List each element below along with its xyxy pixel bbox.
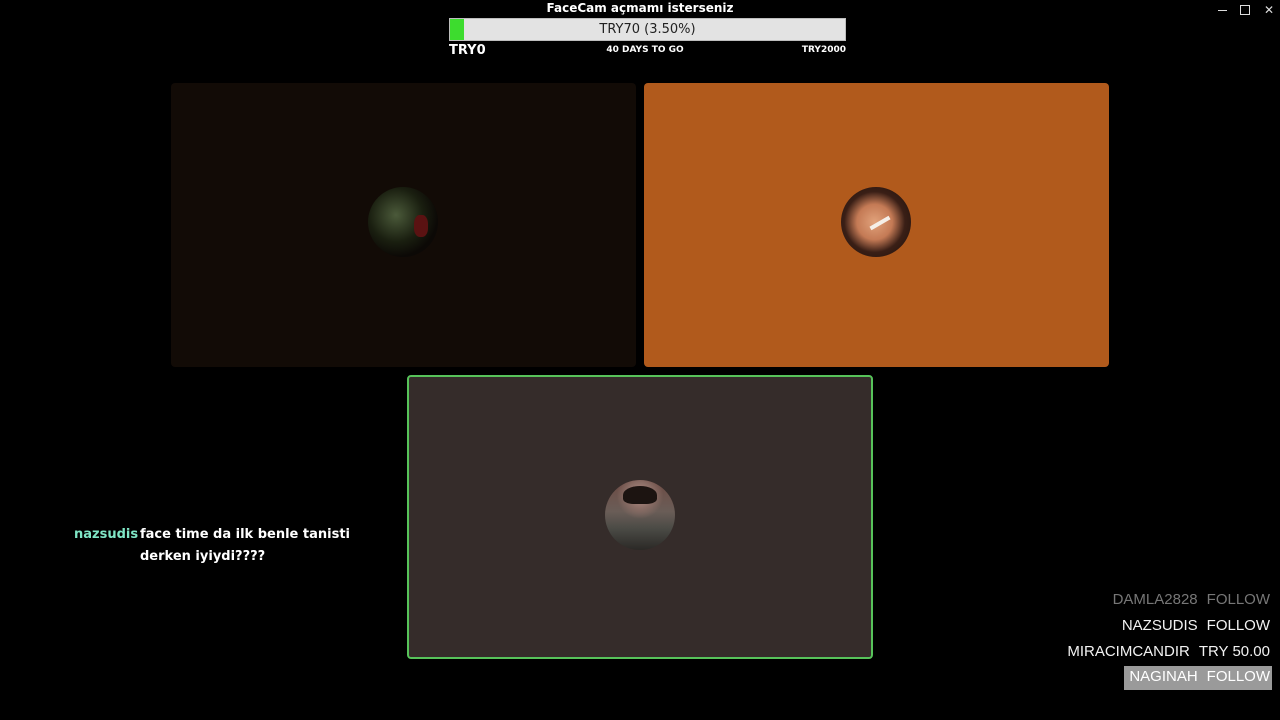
participant-3-avatar xyxy=(605,480,675,550)
maximize-icon xyxy=(1240,5,1250,15)
video-tile-1[interactable] xyxy=(171,83,636,367)
close-icon: ✕ xyxy=(1263,3,1275,17)
event-action: FOLLOW xyxy=(1206,668,1270,685)
minimize-icon xyxy=(1217,9,1227,11)
goal-amount-label: TRY70 (3.50%) xyxy=(599,22,696,37)
goal-max-label: TRY2000 xyxy=(801,45,846,55)
participant-1-avatar xyxy=(368,187,438,257)
maximize-button[interactable] xyxy=(1235,2,1255,18)
event-action: FOLLOW xyxy=(1206,617,1270,634)
chat-text: face time da ilk benle tanisti derken iy… xyxy=(140,527,351,564)
close-button[interactable]: ✕ xyxy=(1259,2,1279,18)
chat-username: nazsudis xyxy=(74,527,139,542)
event-action: FOLLOW xyxy=(1206,591,1270,608)
goal-min-label: TRY0 xyxy=(449,43,486,58)
event-user: NAGINAH xyxy=(1129,668,1198,685)
goal-days-remaining: 40 DAYS TO GO xyxy=(606,45,684,55)
minimize-button[interactable] xyxy=(1212,2,1232,18)
event-item: NAZSUDIS FOLLOW xyxy=(1117,615,1272,639)
event-item-highlighted: NAGINAH FOLLOW xyxy=(1124,666,1272,690)
event-item: DAMLA2828 FOLLOW xyxy=(1108,589,1272,613)
stream-overlay-window: FaceCam açmamı isterseniz ✕ TRY70 (3.50%… xyxy=(0,0,1280,720)
video-tile-2[interactable] xyxy=(644,83,1109,367)
participant-2-avatar xyxy=(841,187,911,257)
event-item: MIRACIMCANDIR TRY 50.00 xyxy=(1062,641,1272,665)
event-user: DAMLA2828 xyxy=(1112,591,1198,608)
title-bar: FaceCam açmamı isterseniz ✕ xyxy=(0,0,1280,18)
window-title: FaceCam açmamı isterseniz xyxy=(546,1,734,15)
video-tile-active-speaker[interactable] xyxy=(407,375,873,659)
event-user: NAZSUDIS xyxy=(1121,617,1198,634)
event-user: MIRACIMCANDIR xyxy=(1067,643,1190,660)
donation-goal-bar: TRY70 (3.50%) xyxy=(449,18,846,41)
event-action: TRY 50.00 xyxy=(1198,643,1270,660)
